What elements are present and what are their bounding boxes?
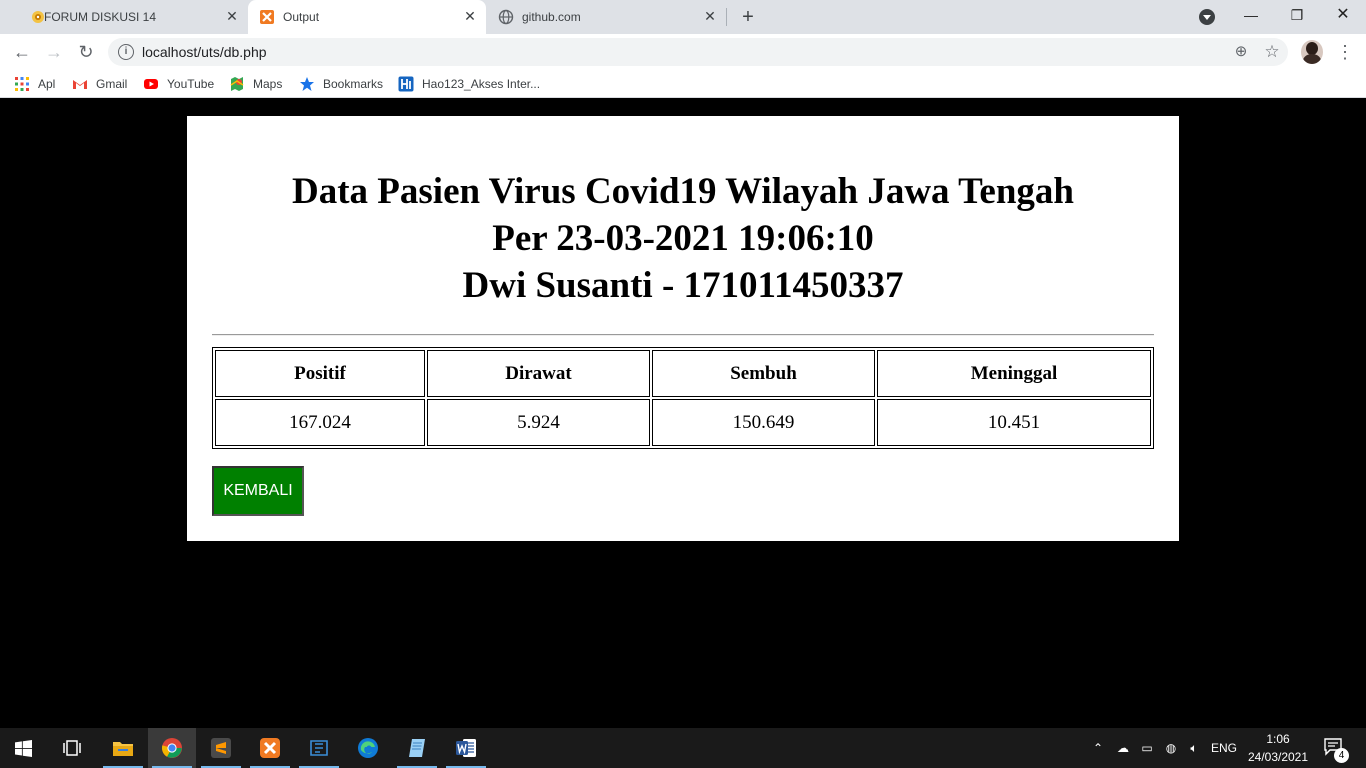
back-arrow-icon[interactable]: ← (10, 40, 34, 64)
start-button[interactable] (0, 728, 48, 768)
taskbar-word[interactable] (442, 728, 490, 768)
taskbar-sublime-text[interactable] (197, 728, 245, 768)
bookmark-youtube[interactable]: YouTube (143, 76, 214, 92)
tab-strip: FORUM DISKUSI 14 ✕ Output ✕ github.com ✕… (0, 0, 1366, 34)
bookmark-maps[interactable]: Maps (229, 76, 282, 92)
tab-title: FORUM DISKUSI 14 (44, 10, 157, 24)
cell-meninggal: 10.451 (877, 399, 1151, 446)
minimize-icon[interactable]: — (1228, 0, 1274, 30)
tab-title: Output (283, 10, 320, 24)
title-line-2: Per 23-03-2021 19:06:10 (492, 218, 874, 259)
globe-network-icon[interactable]: ◍ (1161, 738, 1181, 758)
volume-icon[interactable]: 🔈︎ (1184, 738, 1204, 758)
sublime-text-icon (211, 738, 231, 758)
bookmark-label: Gmail (96, 77, 128, 91)
apps-grid-icon (15, 77, 29, 91)
cell-sembuh: 150.649 (652, 399, 875, 446)
battery-icon[interactable]: ▭ (1137, 738, 1157, 758)
system-clock[interactable]: 1:06 24/03/2021 (1246, 730, 1310, 766)
bookmark-apl[interactable]: Apl (14, 76, 55, 92)
taskbar-notepad[interactable] (393, 728, 441, 768)
taskbar-xampp[interactable] (246, 728, 294, 768)
show-hidden-icons-icon[interactable]: ⌃ (1090, 738, 1106, 758)
restore-icon[interactable]: ❐ (1274, 0, 1320, 30)
taskbar-app-blue[interactable] (295, 728, 343, 768)
bookmark-bookmarks[interactable]: Bookmarks (299, 76, 383, 92)
windows-taskbar: ⌃ ☁ ▭ ◍ 🔈︎ ENG 1:06 24/03/2021 4 (0, 728, 1366, 768)
horizontal-rule (212, 334, 1154, 336)
header-dirawat: Dirawat (427, 350, 650, 397)
tab-close-icon[interactable]: ✕ (702, 8, 718, 24)
gmail-icon (73, 80, 87, 89)
windows-logo-icon (15, 740, 32, 757)
site-info-icon[interactable]: i (118, 44, 134, 60)
star-icon (300, 77, 314, 91)
database-tool-icon (310, 740, 328, 756)
header-meninggal: Meninggal (877, 350, 1151, 397)
bookmark-label: Maps (253, 77, 283, 91)
maps-icon (230, 77, 244, 91)
clock-date: 24/03/2021 (1247, 750, 1309, 764)
clock-time: 1:06 (1266, 732, 1290, 746)
address-bar[interactable]: i localhost/uts/db.php ⊕ ☆ (108, 38, 1288, 66)
language-indicator[interactable]: ENG (1209, 738, 1239, 758)
hao123-icon (398, 76, 414, 92)
zoom-icon[interactable]: ⊕ (1231, 42, 1251, 62)
task-view-button[interactable] (48, 728, 96, 768)
page-viewport: Data Pasien Virus Covid19 Wilayah Jawa T… (0, 103, 1366, 728)
tab-close-icon[interactable]: ✕ (224, 8, 240, 24)
kembali-button[interactable]: KEMBALI (212, 466, 304, 516)
network-sync-icon[interactable]: ☁ (1114, 738, 1132, 758)
reload-icon[interactable]: ↻ (74, 40, 98, 64)
header-sembuh: Sembuh (652, 350, 875, 397)
tab-separator (726, 8, 727, 26)
bookmark-star-icon[interactable]: ☆ (1262, 42, 1282, 62)
tab-github[interactable]: github.com ✕ (488, 0, 726, 34)
tab-output[interactable]: Output ✕ (248, 0, 486, 34)
taskbar-file-explorer[interactable] (99, 728, 147, 768)
folder-icon (113, 742, 133, 756)
table-header-row: Positif Dirawat Sembuh Meninggal (215, 350, 1151, 397)
taskbar-edge[interactable] (344, 728, 392, 768)
globe-favicon-icon (498, 9, 514, 25)
tab-title: github.com (522, 10, 581, 24)
edge-icon (358, 738, 378, 758)
xampp-icon (260, 738, 280, 758)
table-row: 167.024 5.924 150.649 10.451 (215, 399, 1151, 446)
header-positif: Positif (215, 350, 425, 397)
title-line-3: Dwi Susanti - 171011450337 (462, 265, 904, 306)
word-icon (456, 739, 476, 757)
title-line-1: Data Pasien Virus Covid19 Wilayah Jawa T… (292, 171, 1074, 212)
xampp-favicon-icon (260, 10, 274, 24)
bookmark-gmail[interactable]: Gmail (72, 76, 127, 92)
youtube-icon (144, 79, 158, 89)
close-window-icon[interactable]: ✕ (1320, 0, 1366, 30)
page-title: Data Pasien Virus Covid19 Wilayah Jawa T… (187, 168, 1179, 309)
new-tab-button[interactable]: + (738, 7, 758, 27)
taskbar-chrome[interactable] (148, 728, 196, 768)
tab-search-icon[interactable] (1199, 9, 1215, 25)
content-card: Data Pasien Virus Covid19 Wilayah Jawa T… (187, 116, 1179, 541)
bookmark-label: Hao123_Akses Inter... (422, 77, 541, 91)
cell-dirawat: 5.924 (427, 399, 650, 446)
bookmark-label: Apl (38, 77, 56, 91)
url-text[interactable]: localhost/uts/db.php (142, 44, 267, 60)
covid-data-table: Positif Dirawat Sembuh Meninggal 167.024… (212, 347, 1154, 449)
profile-avatar[interactable] (1301, 40, 1323, 64)
bookmark-hao123[interactable]: Hao123_Akses Inter... (398, 76, 540, 92)
task-view-icon (63, 740, 81, 756)
cell-positif: 167.024 (215, 399, 425, 446)
menu-kebab-icon[interactable]: ⋮ (1336, 40, 1354, 64)
bookmark-label: Bookmarks (323, 77, 384, 91)
tab-close-icon[interactable]: ✕ (462, 8, 478, 24)
browser-toolbar: ← → ↻ i localhost/uts/db.php ⊕ ☆ ⋮ (0, 34, 1366, 70)
bookmarks-bar: Apl Gmail YouTube Maps Bookmarks Hao123_… (0, 70, 1366, 98)
notepad-icon (409, 739, 425, 757)
bookmark-label: YouTube (167, 77, 215, 91)
tab-forum-diskusi[interactable]: FORUM DISKUSI 14 ✕ (8, 0, 246, 34)
forward-arrow-icon[interactable]: → (42, 40, 66, 64)
chrome-icon (161, 738, 182, 758)
notification-badge: 4 (1334, 748, 1349, 763)
